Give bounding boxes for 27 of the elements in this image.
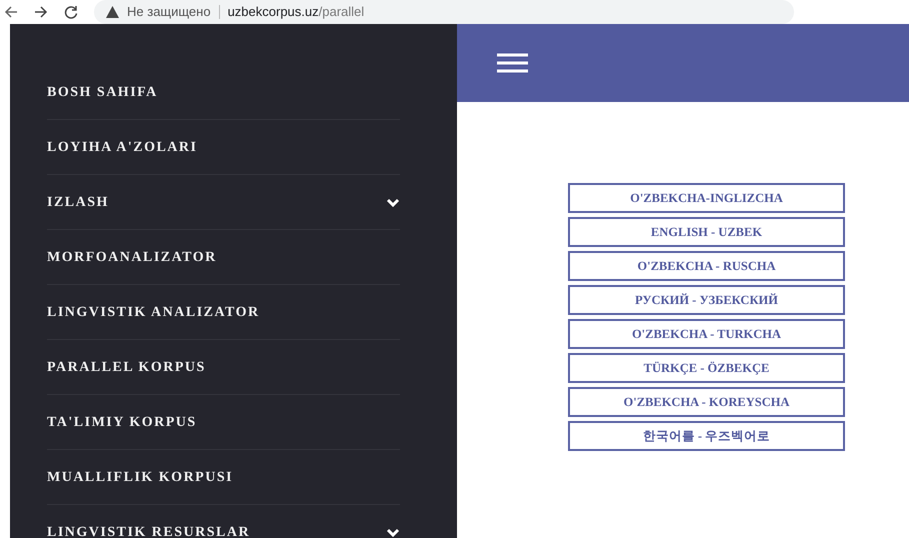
forward-icon[interactable] xyxy=(34,5,48,19)
menu-item[interactable]: MUALLIFLIK KORPUSI xyxy=(47,466,234,488)
language-pair-button[interactable]: O'ZBEKCHA-INGLIZCHA xyxy=(568,183,845,213)
language-pair-button[interactable]: 한국어를 - 우즈벡어로 xyxy=(568,421,845,451)
url-text: uzbekcorpus.uz/parallel xyxy=(228,3,364,22)
language-pair-button[interactable]: O'ZBEKCHA - TURKCHA xyxy=(568,319,845,349)
back-icon[interactable] xyxy=(4,5,18,19)
language-pair-button[interactable]: O'ZBEKCHA - RUSCHA xyxy=(568,251,845,281)
menu-item[interactable]: PARALLEL KORPUS xyxy=(47,356,206,378)
warning-icon xyxy=(106,6,119,18)
menu-item[interactable]: BOSH SAHIFA xyxy=(47,82,158,102)
address-bar[interactable]: Не защищено uzbekcorpus.uz/parallel xyxy=(94,0,794,24)
language-pair-button[interactable]: O'ZBEKCHA - KOREYSCHA xyxy=(568,387,845,417)
chevron-down-icon[interactable] xyxy=(386,198,400,206)
menu-item[interactable]: LOYIHA A'ZOLARI xyxy=(47,136,198,158)
reload-icon[interactable] xyxy=(64,5,78,19)
language-pair-button[interactable]: ENGLISH - UZBEK xyxy=(568,217,845,247)
language-pair-button[interactable]: TÜRKÇE - ÖZBEKÇE xyxy=(568,353,845,383)
language-pair-button[interactable]: РУСКИЙ - УЗБЕКСКИЙ xyxy=(568,285,845,315)
menu-item[interactable]: MORFOANALIZATOR xyxy=(47,246,217,268)
menu-item[interactable]: LINGVISTIK RESURSLAR xyxy=(47,522,250,538)
menu-item[interactable]: IZLASH xyxy=(47,192,109,212)
menu-item[interactable]: LINGVISTIK ANALIZATOR xyxy=(47,302,260,322)
security-label: Не защищено xyxy=(127,3,211,22)
menu-item[interactable]: TA'LIMIY KORPUS xyxy=(47,412,197,432)
chevron-down-icon[interactable] xyxy=(386,528,400,537)
menu-icon[interactable] xyxy=(497,53,528,73)
